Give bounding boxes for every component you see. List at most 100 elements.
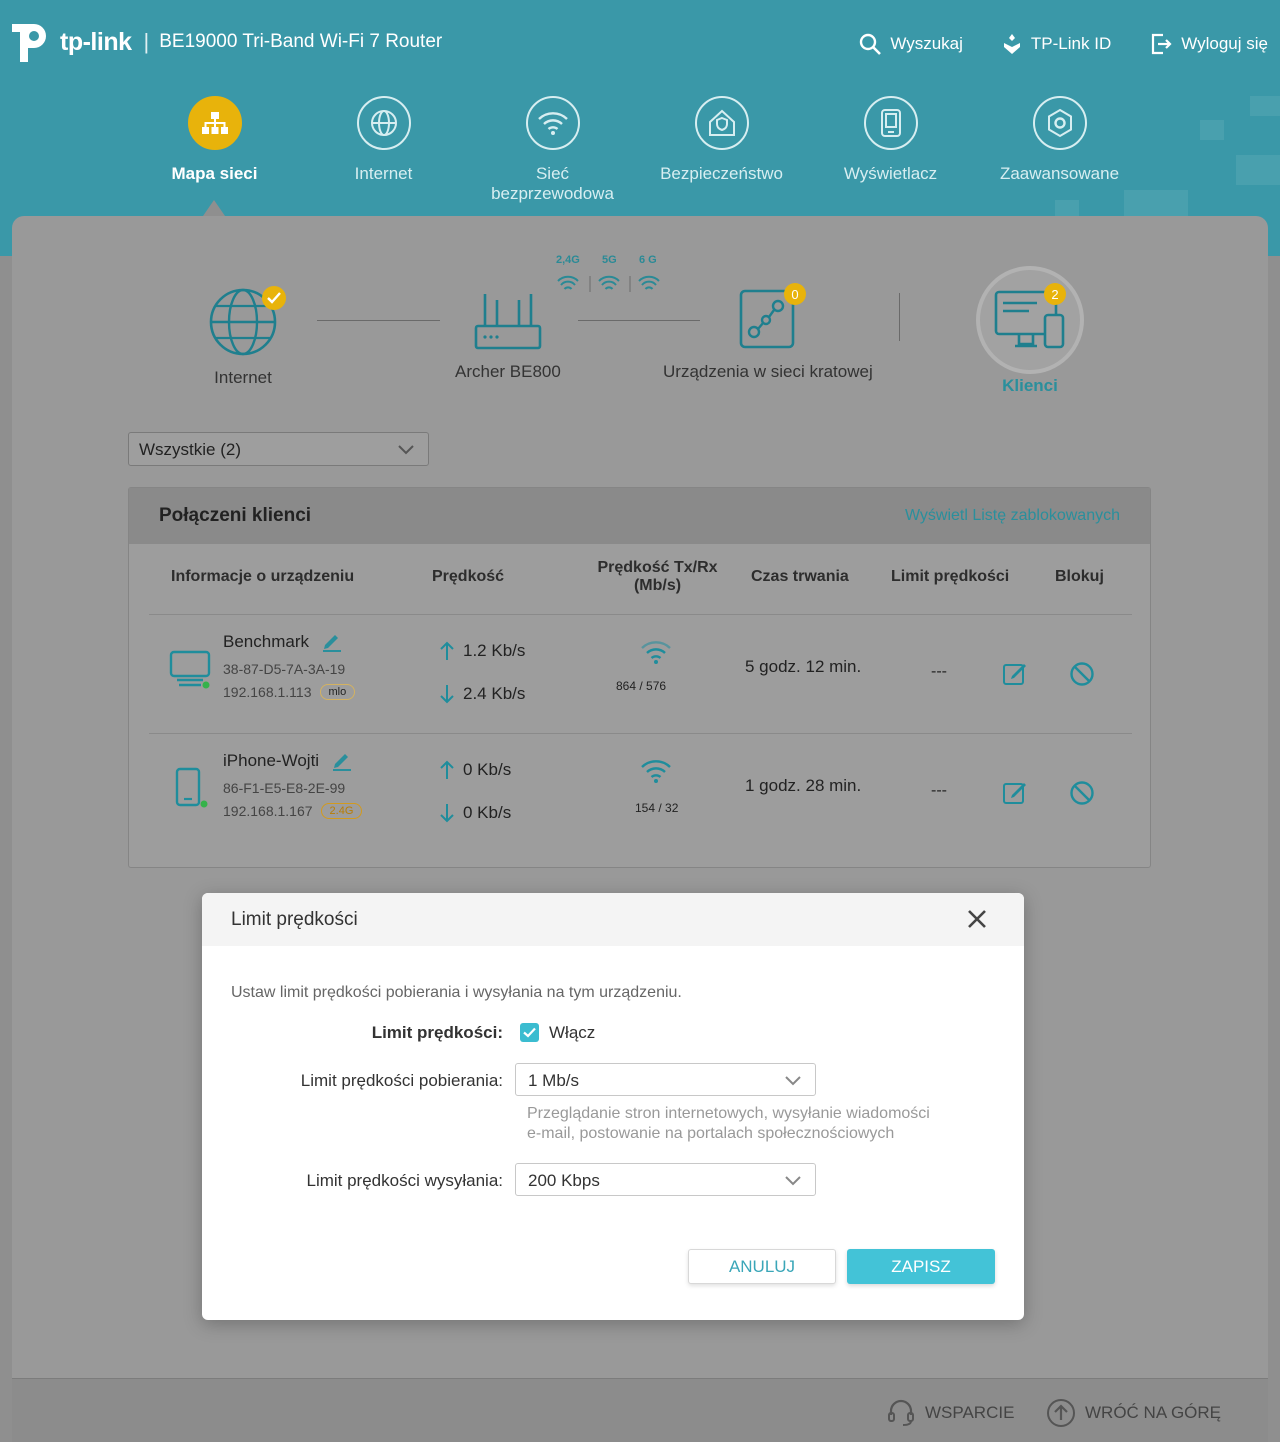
wifi-icon (525, 96, 580, 150)
client-ip: 192.168.1.167 2.4G (223, 803, 363, 819)
enable-option-label[interactable]: Włącz (549, 1023, 595, 1043)
topology-clients[interactable]: Klienci (976, 266, 1084, 396)
band-wifi-icons (557, 275, 660, 292)
decor-pixel (1200, 120, 1224, 140)
support-link[interactable]: WSPARCIE (886, 1398, 1014, 1428)
clients-icon-circle (976, 266, 1084, 374)
page-footer: WSPARCIE WRÓĆ NA GÓRĘ (12, 1378, 1268, 1442)
arrow-up-icon (440, 760, 454, 779)
active-tab-pointer (203, 200, 225, 216)
arrow-down-icon (440, 804, 454, 823)
chevron-down-icon (785, 1176, 801, 1186)
tplink-id-button[interactable]: TP-Link ID (1001, 32, 1111, 56)
download-limit-hint: Przeglądanie stron internetowych, wysyła… (527, 1104, 977, 1144)
network-topology: Internet Archer BE800 2,4G 5G 6 G Urządz… (12, 216, 1268, 416)
upload-limit-label: Limit prędkości wysyłania: (306, 1171, 503, 1190)
upload-speed: 0 Kb/s (439, 760, 511, 780)
table-title: Połączeni klienci (159, 505, 312, 526)
download-limit-value: 1 Mb/s (528, 1071, 580, 1090)
dialog-header: Limit prędkości (202, 893, 1024, 946)
client-name-text: iPhone-Wojti (223, 751, 320, 770)
topology-label: Archer BE800 (455, 362, 561, 381)
tab-label: Bezpieczeństwo (660, 164, 783, 183)
support-label: WSPARCIE (925, 1403, 1015, 1422)
wifi-signal-icon (641, 641, 671, 664)
band-5-label: 5G (602, 254, 617, 266)
tplink-id-label: TP-Link ID (1030, 34, 1112, 53)
top-actions: Wyszukaj TP-Link ID Wyloguj się (858, 32, 1268, 56)
speed-limit-value: --- (931, 663, 947, 680)
tab-label: Mapa sieci (171, 164, 258, 183)
globe-icon (356, 96, 411, 150)
edit-limit-icon[interactable] (1002, 661, 1028, 687)
logout-button[interactable]: Wyloguj się (1149, 32, 1268, 56)
close-icon[interactable] (964, 906, 990, 932)
client-filter-select[interactable]: Wszystkie (2) (128, 432, 429, 466)
tab-network-map[interactable]: Mapa sieci (130, 96, 299, 204)
tab-wireless[interactable]: Sieć bezprzewodowa (468, 96, 637, 204)
tab-display[interactable]: Wyświetlacz (806, 96, 975, 204)
back-to-top-label: WRÓĆ NA GÓRĘ (1085, 1403, 1222, 1422)
download-speed: 2.4 Kb/s (439, 684, 525, 704)
dialog-description: Ustaw limit prędkości pobierania i wysył… (231, 984, 682, 1001)
col-speed: Prędkość (432, 568, 505, 585)
edit-limit-icon[interactable] (1002, 780, 1028, 806)
connected-clients-table: Połączeni klienci Wyświetl Listę zabloko… (128, 487, 1151, 868)
pc-icon (169, 650, 211, 689)
upload-limit-value: 200 Kbps (528, 1171, 600, 1190)
main-nav: Mapa sieci Internet Sieć bezprzewodowa B… (130, 96, 1144, 216)
tab-internet[interactable]: Internet (299, 96, 468, 204)
col-speed-limit: Limit prędkości (891, 568, 1010, 585)
logout-label: Wyloguj się (1181, 34, 1268, 53)
router-model: BE19000 Tri-Band Wi-Fi 7 Router (159, 31, 443, 52)
download-speed-value: 0 Kb/s (463, 803, 512, 822)
edit-name-icon[interactable] (321, 632, 343, 652)
checkmark-icon (523, 1027, 536, 1038)
brand-name: tp-link (60, 27, 132, 56)
save-button[interactable]: ZAPISZ (847, 1249, 995, 1284)
txrx-value: 864 / 576 (616, 679, 667, 693)
search-button[interactable]: Wyszukaj (858, 32, 963, 56)
band-tag: 2.4G (320, 803, 363, 819)
topology-divider (899, 293, 900, 341)
upload-limit-select[interactable]: 200 Kbps (515, 1163, 816, 1196)
brand-logo[interactable]: tp-link | BE19000 Tri-Band Wi-Fi 7 Route… (10, 20, 442, 64)
connection-duration: 1 godz. 28 min. (745, 776, 862, 795)
view-blocked-link[interactable]: Wyświetl Listę zablokowanych (905, 507, 1120, 525)
speed-limit-value: --- (931, 782, 947, 799)
band-6-label: 6 G (639, 254, 657, 266)
tab-advanced[interactable]: Zaawansowane (975, 96, 1144, 204)
logout-icon (1152, 33, 1172, 55)
download-limit-label: Limit prędkości pobierania: (300, 1071, 503, 1090)
tab-label-line2: bezprzewodowa (491, 184, 614, 203)
headset-icon (888, 1399, 914, 1426)
download-speed: 0 Kb/s (439, 803, 511, 823)
search-label: Wyszukaj (890, 34, 963, 53)
tab-security[interactable]: Bezpieczeństwo (637, 96, 806, 204)
back-to-top-link[interactable]: WRÓĆ NA GÓRĘ (1046, 1398, 1221, 1428)
chevron-down-icon (398, 445, 414, 455)
cancel-button[interactable]: ANULUJ (688, 1249, 836, 1284)
arrow-up-icon (440, 641, 454, 660)
filter-value: Wszystkie (2) (139, 440, 241, 459)
col-txrx-line1: Prędkość Tx/Rx (597, 559, 718, 576)
tplink-id-icon (1003, 34, 1020, 54)
download-limit-select[interactable]: 1 Mb/s (515, 1063, 816, 1096)
col-txrx-line2: (Mb/s) (633, 577, 682, 594)
tab-label: Zaawansowane (999, 164, 1120, 183)
display-icon (863, 96, 918, 150)
col-duration: Czas trwania (751, 568, 849, 585)
client-mac: 38-87-D5-7A-3A-19 (223, 661, 346, 677)
enable-limit-checkbox[interactable] (520, 1023, 539, 1042)
clients-count-badge: 2 (1044, 283, 1066, 305)
block-icon[interactable] (1069, 661, 1095, 687)
edit-name-icon[interactable] (331, 751, 353, 771)
tplink-logo-icon (10, 20, 56, 64)
topology-label: Internet (214, 368, 272, 387)
client-ip: 192.168.1.113 mlo (223, 684, 356, 700)
topology-mesh[interactable]: Urządzenia w sieci kratowej (663, 288, 873, 382)
connection-duration: 5 godz. 12 min. (745, 657, 862, 676)
block-icon[interactable] (1069, 780, 1095, 806)
topology-router[interactable]: Archer BE800 (455, 288, 561, 382)
upload-speed-value: 1.2 Kb/s (463, 641, 526, 660)
